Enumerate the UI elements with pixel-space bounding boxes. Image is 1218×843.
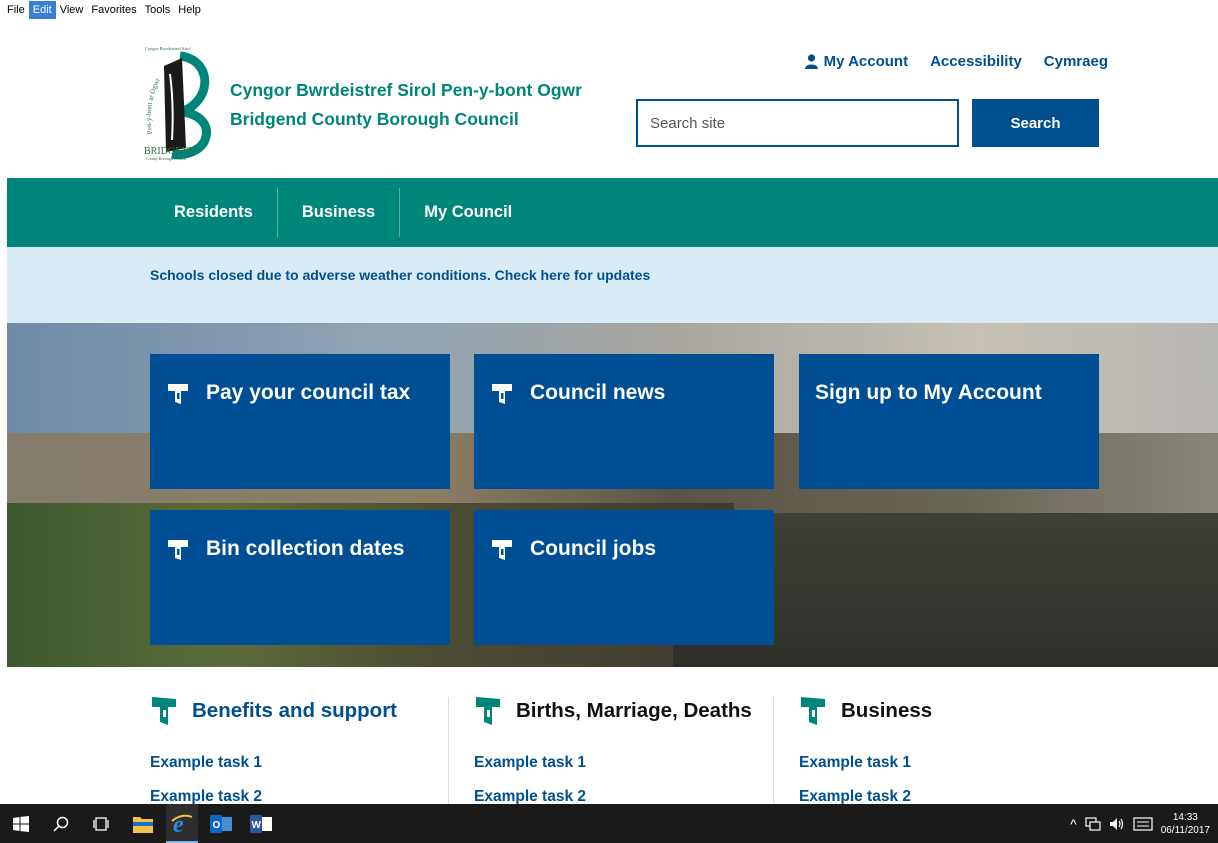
tile-council-news[interactable]: Council news: [474, 354, 774, 489]
council-logo[interactable]: Cyngor Bwrdeistref Sirol Pen-y-bont ar O…: [142, 44, 220, 162]
task-link[interactable]: Example task 1: [799, 754, 911, 772]
tile-sign-up-my-account[interactable]: Sign up to My Account: [799, 354, 1099, 489]
user-icon: [804, 54, 818, 69]
alert-banner: Schools closed due to adverse weather co…: [7, 247, 1218, 323]
category-births-marriage-deaths: Births, Marriage, Deaths Example task 1 …: [474, 695, 774, 805]
search-button[interactable]: Search: [972, 99, 1099, 147]
system-tray: ^ 14:33 06/11/2017: [1070, 804, 1210, 843]
chevron-up-icon[interactable]: ^: [1070, 816, 1077, 832]
menu-help[interactable]: Help: [174, 1, 205, 19]
logo-top-text: Cyngor Bwrdeistref Sirol: [145, 46, 191, 51]
signpost-icon: [152, 697, 176, 725]
menu-edit[interactable]: Edit: [28, 1, 56, 19]
windows-start-icon[interactable]: [8, 804, 34, 843]
column-divider: [448, 697, 449, 804]
my-account-link[interactable]: My Account: [804, 53, 909, 70]
clock-time: 14:33: [1172, 811, 1198, 823]
search-icon[interactable]: [48, 804, 74, 843]
tile-label: Pay your council tax: [206, 381, 411, 404]
accessibility-link[interactable]: Accessibility: [930, 53, 1022, 70]
logo-arc-text: Pen-y-bont ar Ogwr: [145, 76, 162, 135]
tile-pay-council-tax[interactable]: Pay your council tax: [150, 354, 450, 489]
menu-favorites[interactable]: Favorites: [87, 1, 140, 19]
keyboard-icon[interactable]: [1133, 816, 1153, 831]
signpost-icon: [492, 384, 512, 404]
svg-text:O: O: [213, 820, 221, 831]
ie-menu-bar: File Edit View Favorites Tools Help: [0, 0, 1218, 20]
tile-bin-collection-dates[interactable]: Bin collection dates: [150, 510, 450, 645]
logo-sub-text: County Borough Council: [146, 156, 187, 161]
council-name-welsh: Cyngor Bwrdeistref Sirol Pen-y-bont Ogwr: [230, 80, 582, 100]
my-account-label: My Account: [823, 53, 909, 70]
tile-label: Sign up to My Account: [815, 381, 1042, 404]
clock[interactable]: 14:33 06/11/2017: [1161, 811, 1210, 837]
main-nav: Residents Business My Council: [7, 178, 1218, 247]
category-title[interactable]: Benefits and support: [192, 699, 397, 723]
task-view-icon[interactable]: [88, 804, 114, 843]
signpost-icon: [168, 384, 188, 404]
nav-my-council[interactable]: My Council: [400, 188, 536, 237]
category-benefits-support: Benefits and support Example task 1 Exam…: [150, 695, 450, 805]
service-categories: Benefits and support Example task 1 Exam…: [7, 667, 1218, 805]
search-input[interactable]: [636, 99, 959, 147]
signpost-icon: [168, 540, 188, 560]
nav-business[interactable]: Business: [278, 188, 401, 237]
tile-council-jobs[interactable]: Council jobs: [474, 510, 774, 645]
category-title[interactable]: Business: [841, 699, 932, 723]
task-link[interactable]: Example task 1: [474, 754, 586, 772]
alert-link[interactable]: Schools closed due to adverse weather co…: [150, 267, 650, 283]
nav-residents[interactable]: Residents: [150, 188, 278, 237]
tile-label: Bin collection dates: [206, 537, 405, 560]
council-name[interactable]: Cyngor Bwrdeistref Sirol Pen-y-bont Ogwr…: [230, 76, 582, 134]
svg-text:W: W: [252, 820, 262, 831]
utility-links: My Account Accessibility Cymraeg: [804, 53, 1108, 70]
cymraeg-language-link[interactable]: Cymraeg: [1044, 53, 1108, 70]
tile-label: Council jobs: [530, 537, 656, 560]
file-explorer-icon[interactable]: [128, 804, 158, 843]
site-header: Cyngor Bwrdeistref Sirol Pen-y-bont ar O…: [7, 20, 1218, 178]
hero-banner: Pay your council tax Council news Sign u…: [7, 323, 1218, 667]
word-icon[interactable]: W: [246, 804, 276, 843]
category-title[interactable]: Births, Marriage, Deaths: [516, 699, 752, 723]
council-name-english: Bridgend County Borough Council: [230, 109, 519, 129]
clock-date: 06/11/2017: [1160, 824, 1210, 836]
menu-tools[interactable]: Tools: [141, 1, 175, 19]
svg-text:Pen-y-bont ar Ogwr: Pen-y-bont ar Ogwr: [145, 76, 162, 135]
volume-icon[interactable]: [1109, 817, 1125, 831]
internet-explorer-icon[interactable]: e: [166, 804, 198, 843]
menu-file[interactable]: File: [3, 1, 29, 19]
column-divider: [773, 697, 774, 804]
signpost-icon: [801, 697, 825, 725]
windows-taskbar: e O W ^ 14:33 06/11/2017: [0, 804, 1218, 843]
signpost-icon: [476, 697, 500, 725]
menu-view[interactable]: View: [56, 1, 88, 19]
category-business: Business Example task 1 Example task 2: [799, 695, 1099, 805]
outlook-icon[interactable]: O: [206, 804, 236, 843]
task-link[interactable]: Example task 1: [150, 754, 262, 772]
network-icon[interactable]: [1085, 816, 1101, 831]
tile-label: Council news: [530, 381, 666, 404]
signpost-icon: [492, 540, 512, 560]
